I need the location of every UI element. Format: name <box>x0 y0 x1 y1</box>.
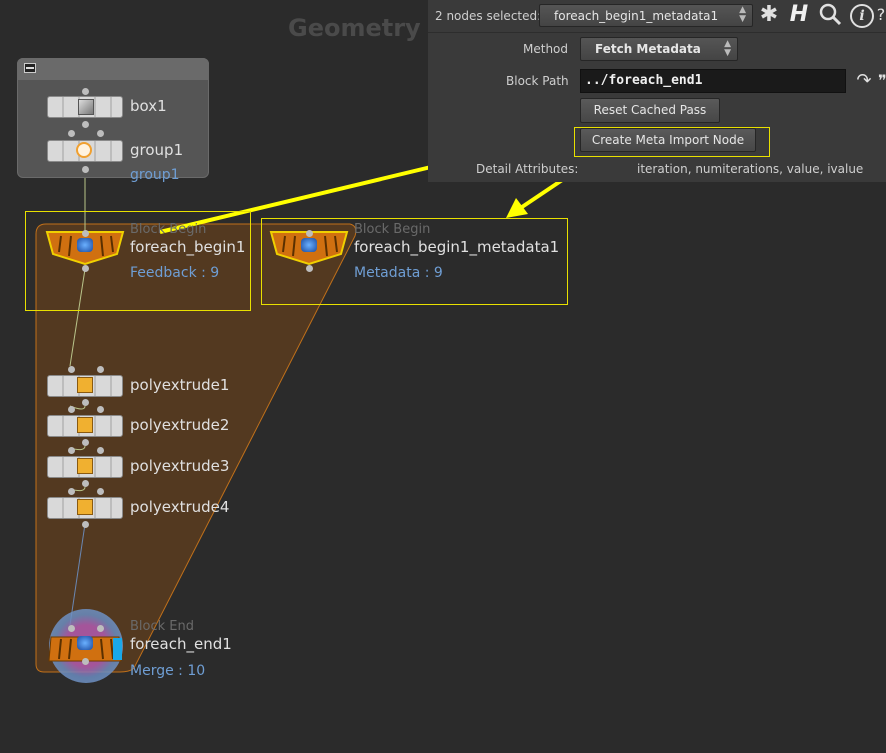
polyextrude-icon <box>77 417 93 433</box>
method-dropdown[interactable]: Fetch Metadata ▲ ▼ <box>580 37 738 61</box>
dropdown-arrows-icon: ▲ ▼ <box>739 5 746 24</box>
polyextrude1-label: polyextrude1 <box>130 376 230 394</box>
arrow-head-metadata <box>506 198 528 218</box>
network-title: Geometry <box>288 14 421 42</box>
polyextrude1-input-dot-2[interactable] <box>97 366 104 373</box>
polyextrude4-label: polyextrude4 <box>130 498 230 516</box>
group1-input-dot[interactable] <box>68 130 75 137</box>
dropdown-arrows-icon: ▲ ▼ <box>724 39 731 58</box>
selection-count-label: 2 nodes selected: <box>435 9 542 23</box>
foreach-end1-output-dot[interactable] <box>82 658 89 665</box>
polyextrude2-input-dot[interactable] <box>68 406 75 413</box>
jump-to-operator-icon[interactable]: ↷ <box>852 70 876 92</box>
gear-icon[interactable]: ✱ <box>757 3 781 27</box>
group-icon <box>76 142 92 158</box>
foreach-end1-sub-label: Merge : 10 <box>130 663 206 679</box>
group1-output-dot[interactable] <box>82 166 89 173</box>
foreach-end1-type: Block End <box>130 619 194 634</box>
polyextrude4-input-dot[interactable] <box>68 488 75 495</box>
method-value: Fetch Metadata <box>595 42 701 56</box>
group1-sub-label: group1 <box>130 167 180 183</box>
info-icon[interactable]: i <box>850 4 874 28</box>
houdini-h-icon[interactable]: H <box>787 2 811 28</box>
method-label: Method <box>523 42 569 56</box>
metadata-node-sub-label: Metadata : 9 <box>354 265 443 281</box>
foreach-begin1-output-dot[interactable] <box>82 265 89 272</box>
reset-cached-pass-button[interactable]: Reset Cached Pass <box>580 98 720 123</box>
foreach-begin1-sub-label: Feedback : 9 <box>130 265 220 281</box>
polyextrude2-output-dot[interactable] <box>82 439 89 446</box>
box1-input-dot[interactable] <box>82 88 89 95</box>
box-icon <box>78 99 94 115</box>
polyextrude1-output-dot[interactable] <box>82 399 89 406</box>
create-meta-import-node-label: Create Meta Import Node <box>591 133 745 147</box>
foreach-end1-label: foreach_end1 <box>130 635 232 653</box>
polyextrude3-input-dot[interactable] <box>68 447 75 454</box>
group1-input-dot-2[interactable] <box>97 130 104 137</box>
box1-output-dot[interactable] <box>82 121 89 128</box>
polyextrude-icon <box>77 458 93 474</box>
block-path-label: Block Path <box>506 74 569 88</box>
operator-chooser-icon[interactable]: ❞ <box>878 70 886 92</box>
polyextrude-icon <box>77 377 93 393</box>
reset-cached-pass-label: Reset Cached Pass <box>593 103 707 117</box>
block-path-field[interactable]: ../foreach_end1 <box>580 69 846 93</box>
foreach-begin1-label: foreach_begin1 <box>130 238 246 256</box>
create-meta-import-node-button[interactable]: Create Meta Import Node <box>580 128 756 152</box>
foreach-begin1-input-dot[interactable] <box>82 230 89 237</box>
foreach-begin-icon <box>77 238 93 252</box>
foreach-begin1-type: Block Begin <box>130 222 207 237</box>
polyextrude4-output-dot[interactable] <box>82 521 89 528</box>
box1-label: box1 <box>130 97 167 115</box>
polyextrude3-input-dot-2[interactable] <box>97 447 104 454</box>
polyextrude3-output-dot[interactable] <box>82 480 89 487</box>
metadata-input-dot[interactable] <box>306 230 313 237</box>
polyextrude4-input-dot-2[interactable] <box>97 488 104 495</box>
polyextrude3-label: polyextrude3 <box>130 457 230 475</box>
foreach-end-icon <box>77 636 93 650</box>
node-selector-value: foreach_begin1_metadata1 <box>554 9 719 23</box>
polyextrude-icon <box>77 499 93 515</box>
metadata-begin-icon <box>301 238 317 252</box>
polyextrude1-input-dot[interactable] <box>68 366 75 373</box>
block-path-value: ../foreach_end1 <box>585 73 703 88</box>
search-icon[interactable] <box>817 2 843 28</box>
metadata-node-label: foreach_begin1_metadata1 <box>354 238 560 256</box>
group1-label: group1 <box>130 141 184 159</box>
polyextrude2-label: polyextrude2 <box>130 416 230 434</box>
collapse-icon[interactable] <box>24 63 36 73</box>
detail-attributes-label: Detail Attributes: <box>476 162 579 176</box>
help-icon[interactable]: ? <box>876 4 886 26</box>
display-flag-icon[interactable] <box>113 638 122 660</box>
node-selector-dropdown[interactable]: foreach_begin1_metadata1 ▲ ▼ <box>539 4 753 27</box>
detail-attributes-value: iteration, numiterations, value, ivalue <box>637 162 864 176</box>
network-box-header[interactable] <box>17 58 209 80</box>
metadata-node-type: Block Begin <box>354 222 431 237</box>
polyextrude2-input-dot-2[interactable] <box>97 406 104 413</box>
metadata-output-dot[interactable] <box>306 265 313 272</box>
foreach-end1-input-dot-2[interactable] <box>97 625 104 632</box>
foreach-end1-input-dot[interactable] <box>68 625 75 632</box>
